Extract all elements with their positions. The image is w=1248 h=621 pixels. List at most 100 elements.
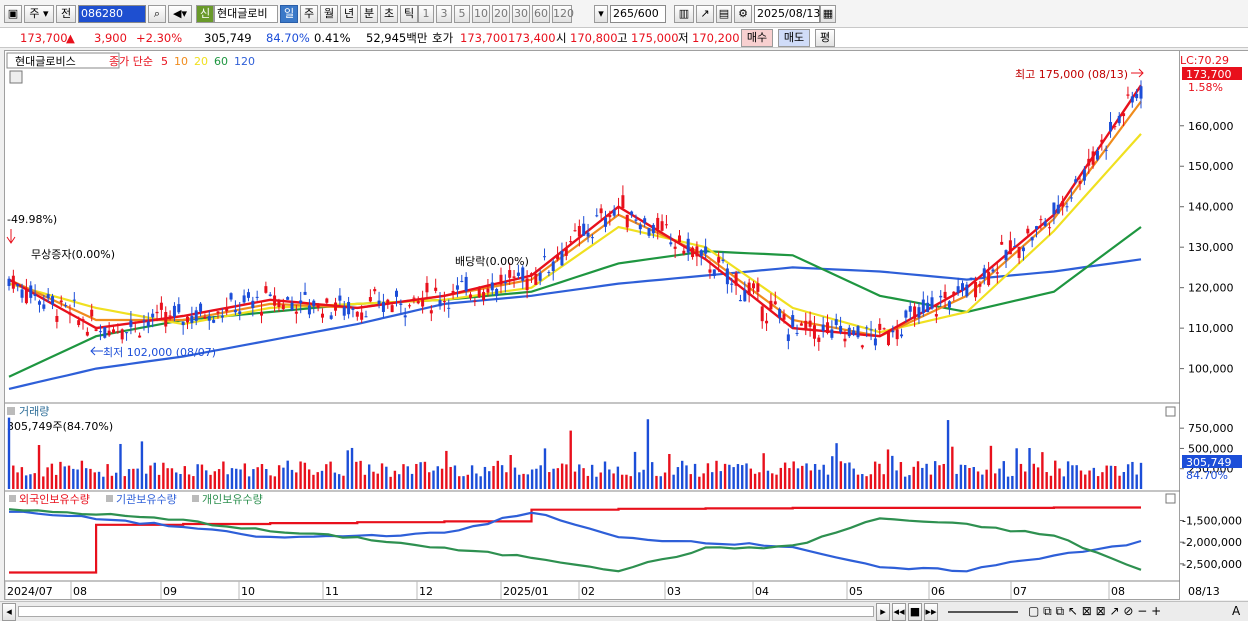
count-field[interactable]: 265/600 bbox=[610, 5, 666, 23]
candle-body bbox=[469, 294, 473, 298]
tool-icons[interactable]: ▢ ⧉ ⧉ ↖ ⊠ ⊠ ↗ ⊘ − + bbox=[1028, 604, 1161, 619]
chart-canvas[interactable]: 현대글로비스 종가 단순 5 10 20 60 120 최고 175,000 (08/1… bbox=[4, 51, 1181, 601]
horizontal-scrollbar[interactable]: ◂ ▸ ◂◂ ■ ▸▸ ▢ ⧉ ⧉ ↖ ⊠ ⊠ ↗ ⊘ − + A bbox=[0, 601, 1248, 621]
candle-body bbox=[329, 315, 333, 319]
search-icon[interactable]: ⌕ bbox=[148, 5, 166, 23]
candle-body bbox=[111, 329, 115, 334]
font-icon[interactable]: A bbox=[1232, 604, 1240, 618]
save-icon[interactable]: ▤ bbox=[716, 5, 732, 23]
holdings-legend: 외국인보유수량 기관보유수량 개인보유수량 bbox=[9, 493, 1176, 506]
volume-bar bbox=[938, 465, 941, 489]
type-selector[interactable]: 주 ▾ bbox=[24, 5, 54, 23]
candle-body bbox=[181, 321, 185, 326]
volume-bar bbox=[415, 463, 418, 489]
table-icon[interactable] bbox=[9, 70, 23, 84]
calendar-icon[interactable]: ▦ bbox=[820, 5, 836, 23]
volume-bar bbox=[552, 468, 555, 489]
ma-label-120: 120 bbox=[234, 55, 255, 68]
candle-body bbox=[765, 320, 769, 324]
forward-icon[interactable]: ▸▸ bbox=[924, 603, 938, 621]
interval-20-button[interactable]: 20 bbox=[492, 5, 510, 23]
low-label: 저 bbox=[678, 31, 689, 45]
period-1-button[interactable]: 주 bbox=[300, 5, 318, 23]
volume-bar bbox=[723, 463, 727, 489]
volume-bar bbox=[376, 473, 379, 489]
volume-bar bbox=[573, 471, 577, 489]
volume-bar bbox=[719, 471, 722, 489]
stock-name-field[interactable]: 현대글로비 bbox=[214, 5, 278, 23]
interval-60-button[interactable]: 60 bbox=[532, 5, 550, 23]
candle-body bbox=[577, 226, 581, 237]
candle-body bbox=[708, 269, 712, 273]
candle-body bbox=[1126, 94, 1130, 96]
interval-120-button[interactable]: 120 bbox=[552, 5, 574, 23]
prev-button[interactable]: 전 bbox=[56, 5, 76, 23]
volume-bar bbox=[878, 463, 881, 489]
speaker-icon[interactable]: ◀▾ bbox=[168, 5, 192, 23]
trend-icon[interactable]: ↗ bbox=[696, 5, 714, 23]
interval-1-button[interactable]: 1 bbox=[418, 5, 434, 23]
period-2-button[interactable]: 월 bbox=[320, 5, 338, 23]
candle-body bbox=[621, 195, 625, 209]
volume-bar bbox=[689, 474, 692, 489]
candle-icon[interactable]: ▥ bbox=[674, 5, 694, 23]
volume-bar bbox=[410, 473, 414, 489]
volume-bar bbox=[496, 460, 500, 489]
ma-period-labels: 5 10 20 60 120 bbox=[161, 55, 255, 68]
candle-body bbox=[29, 285, 33, 298]
average-button[interactable]: 평 bbox=[815, 29, 835, 47]
volume-bar bbox=[149, 465, 152, 489]
period-5-button[interactable]: 초 bbox=[380, 5, 398, 23]
chart-area[interactable]: 현대글로비스 종가 단순 5 10 20 60 120 최고 175,000 (08/1… bbox=[4, 50, 1181, 601]
candle-body bbox=[516, 272, 520, 276]
candle-body bbox=[42, 304, 46, 309]
dropdown-arrow-icon[interactable]: ▾ bbox=[594, 5, 608, 23]
candle-body bbox=[1008, 240, 1012, 255]
bonus-issue-annotation: 무상증자(0.00%) bbox=[31, 248, 115, 261]
stop-icon[interactable]: ■ bbox=[908, 603, 922, 621]
period-3-button[interactable]: 년 bbox=[340, 5, 358, 23]
volume-bar bbox=[578, 464, 581, 489]
period-6-button[interactable]: 틱 bbox=[400, 5, 418, 23]
volume-bar bbox=[942, 463, 945, 489]
candle-body bbox=[699, 250, 703, 257]
interval-5-button[interactable]: 5 bbox=[454, 5, 470, 23]
interval-30-button[interactable]: 30 bbox=[512, 5, 530, 23]
interval-3-button[interactable]: 3 bbox=[436, 5, 452, 23]
window-icon[interactable]: ▣ bbox=[4, 5, 22, 23]
date-input[interactable]: 2025/08/13 bbox=[754, 5, 820, 23]
candle-body bbox=[721, 259, 725, 262]
candle-body bbox=[168, 315, 172, 317]
candle-body bbox=[1004, 250, 1008, 261]
candle-body bbox=[913, 306, 917, 319]
candle-body bbox=[926, 302, 930, 313]
period-4-button[interactable]: 분 bbox=[360, 5, 378, 23]
stock-code-input[interactable]: 086280 bbox=[78, 5, 146, 23]
candle-body bbox=[921, 299, 925, 314]
x-label-7: 02 bbox=[581, 585, 595, 598]
volume-bar bbox=[796, 468, 800, 489]
zoom-slider[interactable] bbox=[948, 611, 1018, 613]
rewind-icon[interactable]: ◂◂ bbox=[892, 603, 906, 621]
gear-icon[interactable]: ⚙ bbox=[734, 5, 752, 23]
candle-body bbox=[869, 329, 873, 331]
close-holdings-pane-icon[interactable] bbox=[1165, 493, 1176, 504]
buy-button[interactable]: 매수 bbox=[741, 29, 773, 47]
holdings-line-2 bbox=[8, 508, 1142, 573]
turnover-pct: 0.41% bbox=[314, 31, 351, 45]
volume-tick-label: 750,000 bbox=[1188, 422, 1234, 435]
sell-button[interactable]: 매도 bbox=[778, 29, 810, 47]
scroll-track[interactable] bbox=[18, 606, 874, 617]
play-icon[interactable]: ▸ bbox=[876, 603, 890, 621]
volume-bar bbox=[513, 467, 517, 489]
scroll-left-icon[interactable]: ◂ bbox=[2, 603, 16, 621]
new-badge[interactable]: 신 bbox=[196, 5, 214, 23]
candle-body bbox=[59, 300, 63, 303]
candle-body bbox=[37, 301, 41, 305]
candle-body bbox=[107, 330, 111, 336]
interval-10-button[interactable]: 10 bbox=[472, 5, 490, 23]
volume-bar bbox=[929, 474, 933, 489]
close-volume-pane-icon[interactable] bbox=[1165, 406, 1176, 417]
period-0-button[interactable]: 일 bbox=[280, 5, 298, 23]
candle-body bbox=[460, 280, 464, 282]
